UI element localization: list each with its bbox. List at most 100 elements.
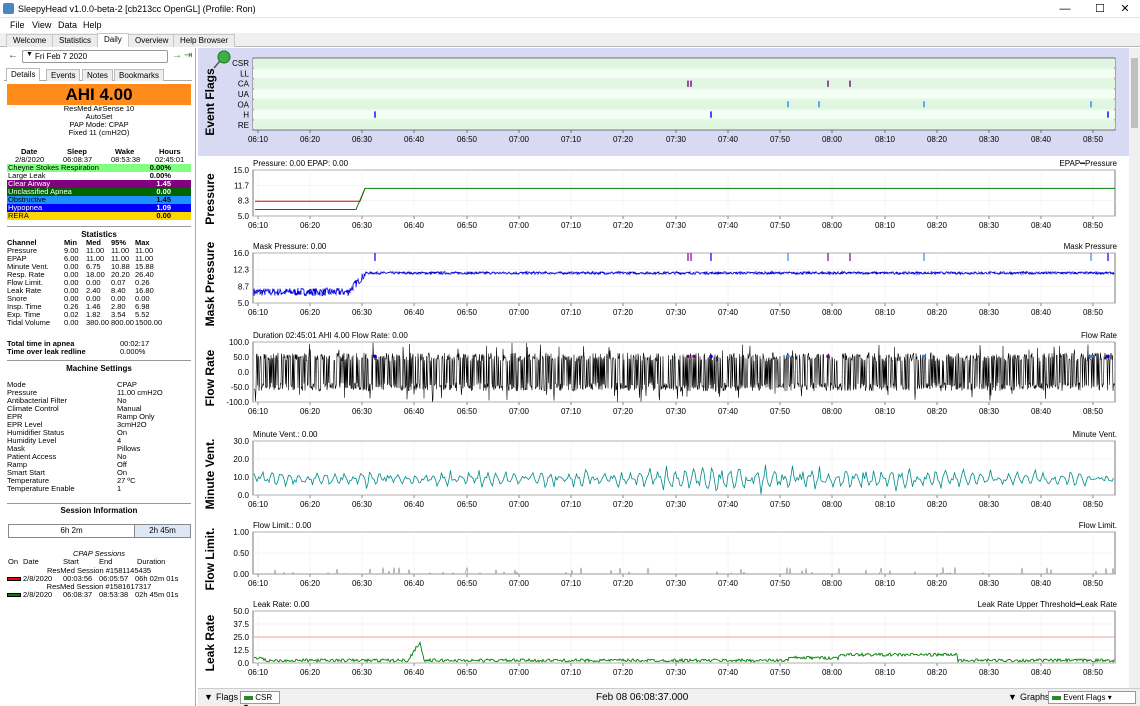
window-title: SleepyHead v1.0.0-beta-2 [cb213cc OpenGL… (18, 4, 256, 14)
x-tick-label: 07:00 (509, 500, 530, 509)
close-button[interactable]: ✕ (1110, 0, 1140, 18)
x-tick-label: 08:00 (822, 407, 843, 416)
x-tick-label: 07:30 (666, 668, 687, 677)
event-flags-combo[interactable]: Event Flags ▾ (1048, 691, 1136, 704)
machine-settings-table: Mode CPAP Pressure 11.00 cmH2O Antibacterial… (7, 381, 191, 493)
x-tick-label: 08:30 (979, 668, 1000, 677)
graph-canvas[interactable]: 06:10 06:20 06:30 06:40 06:50 07:00 07:10 07:20… (198, 330, 1129, 426)
x-tick-label: 06:40 (404, 135, 425, 144)
x-tick-label: 06:20 (300, 308, 321, 317)
stats-row: Tidal Volume 0.00 380.00 800.00 1500.00 (7, 319, 191, 327)
tab-details[interactable]: Details (6, 68, 41, 81)
x-tick-label: 08:50 (1083, 407, 1104, 416)
event-name: RERA (8, 211, 29, 220)
session-bar-1[interactable]: 6h 2m (9, 525, 134, 537)
y-tick-label: 8.7 (238, 282, 250, 291)
x-tick-label: 08:20 (927, 308, 948, 317)
x-tick-label: 07:50 (770, 500, 791, 509)
graph-mask[interactable]: Mask Pressure Mask Pressure: 0.00 Mask Pre… (198, 241, 1129, 327)
last-day-arrow-icon[interactable]: ⇥ (184, 50, 192, 61)
x-tick-label: 08:00 (822, 308, 843, 317)
application-window: SleepyHead v1.0.0-beta-2 [cb213cc OpenGL… (0, 0, 1140, 706)
next-day-arrow-icon[interactable]: → (172, 50, 182, 61)
flags-dropdown-icon[interactable]: ▼ (204, 692, 213, 702)
x-tick-label: 07:40 (718, 407, 739, 416)
graphs-dropdown-icon[interactable]: ▼ (1008, 692, 1017, 702)
tab-daily[interactable]: Daily (97, 33, 129, 47)
event-dot (1089, 354, 1093, 359)
graph-canvas[interactable]: 06:10 06:20 06:30 06:40 06:50 07:00 07:10 07:20… (198, 520, 1129, 598)
x-tick-label: 08:30 (979, 407, 1000, 416)
menu-data[interactable]: Data (58, 20, 77, 30)
session-color-swatch[interactable] (7, 593, 21, 597)
menu-view[interactable]: View (32, 20, 51, 30)
graph-canvas[interactable]: 06:10 06:20 06:30 06:40 06:50 07:00 07:10 07:20… (198, 241, 1129, 327)
sessions-header: On Date Start End Duration (7, 558, 191, 566)
y-tick-label: -100.0 (226, 398, 249, 407)
x-tick-label: 06:10 (248, 308, 269, 317)
event-dot (922, 354, 926, 359)
graph-canvas[interactable]: 06:10 06:20 06:30 06:40 06:50 07:00 07:10 07:20… (198, 158, 1129, 240)
graphs-label[interactable]: Graphs (1020, 692, 1050, 702)
graph-leak[interactable]: Leak Rate Leak Rate: 0.00 Leak Rate Upper … (198, 599, 1129, 687)
x-tick-label: 06:30 (352, 579, 373, 588)
graph-flags[interactable]: Event Flags 06:10 06:20 06:30 06:40 06:50 07:0… (198, 48, 1129, 156)
session-timeline-bar[interactable]: 6h 2m 2h 45m (8, 524, 191, 538)
graph-canvas[interactable]: 06:10 06:20 06:30 06:40 06:50 07:00 07:10 07:20… (198, 429, 1129, 519)
graphs-scrollbar[interactable] (1129, 48, 1140, 688)
tab-welcome[interactable]: Welcome (6, 34, 54, 47)
statistics-table: Channel Min Med 95% Max Pressure 9.00 11.00 11.0… (7, 239, 191, 327)
x-tick-label: 06:10 (248, 579, 269, 588)
tab-bookmarks[interactable]: Bookmarks (114, 69, 165, 81)
menu-file[interactable]: File (10, 20, 25, 30)
x-tick-label: 06:50 (457, 135, 478, 144)
y-tick-label: 12.3 (233, 266, 249, 275)
event-dot (692, 354, 696, 359)
tab-notes[interactable]: Notes (82, 69, 113, 81)
event-value: 0.00 (156, 211, 171, 220)
date-picker[interactable]: ▼ Fri Feb 7 2020 (22, 50, 168, 63)
event-dot (373, 354, 377, 359)
y-tick-label: 11.7 (234, 181, 250, 190)
sessions-list: ResMed Session #1581145435 2/8/2020 00:03:… (7, 567, 191, 599)
menu-help[interactable]: Help (83, 20, 102, 30)
event-dot (786, 354, 790, 359)
x-tick-label: 07:10 (561, 221, 582, 230)
x-tick-label: 08:50 (1083, 221, 1104, 230)
graph-flow[interactable]: Flow Rate Duration 02:45:01 AHI 4.00 Flow… (198, 330, 1129, 426)
tab-overview[interactable]: Overview (128, 34, 176, 47)
x-tick-label: 06:10 (248, 135, 269, 144)
session-color-swatch[interactable] (7, 577, 21, 581)
flags-label[interactable]: Flags (216, 692, 238, 702)
pin-icon[interactable] (213, 50, 231, 69)
graph-minvent[interactable]: Minute Vent. Minute Vent.: 0.00 Minute Ven… (198, 429, 1129, 519)
date-label: Fri Feb 7 2020 (35, 52, 88, 61)
x-tick-label: 07:10 (561, 135, 582, 144)
scrollbar-thumb[interactable] (1131, 58, 1138, 128)
tab-help-browser[interactable]: Help Browser (173, 34, 236, 47)
x-tick-label: 08:40 (1031, 407, 1052, 416)
x-tick-label: 07:40 (718, 308, 739, 317)
x-tick-label: 06:20 (300, 135, 321, 144)
csr-combo[interactable]: CSR ▾ (240, 691, 280, 706)
minimize-button[interactable]: — (1050, 0, 1080, 18)
event-dot (709, 354, 713, 359)
graph-flowlim[interactable]: Flow Limit. Flow Limit.: 0.00 Flow Limit. 0… (198, 520, 1129, 598)
graph-canvas[interactable]: 06:10 06:20 06:30 06:40 06:50 07:00 07:10 07:20… (198, 48, 1129, 156)
prev-day-arrow-icon[interactable]: ← (8, 50, 18, 61)
y-tick-label: -50.0 (231, 383, 250, 392)
session-row[interactable]: 2/8/2020 06:08:37 08:53:38 02h 45m 01s (7, 591, 191, 599)
y-tick-label: 0.0 (238, 659, 250, 668)
graph-canvas[interactable]: 06:10 06:20 06:30 06:40 06:50 07:00 07:10 07:20… (198, 599, 1129, 687)
session-bar-2[interactable]: 2h 45m (134, 525, 190, 537)
graph-pressure[interactable]: Pressure Pressure: 0.00 EPAP: 0.00 EPAP━Pr… (198, 158, 1129, 240)
tab-statistics[interactable]: Statistics (52, 34, 99, 47)
x-tick-label: 07:10 (561, 308, 582, 317)
flag-row-label: UA (238, 90, 250, 99)
detail-tabs: Details Events Notes Bookmarks (4, 68, 192, 81)
x-tick-label: 06:50 (457, 500, 478, 509)
main-tab-bar: Welcome Statistics Daily Overview Help B… (0, 33, 1140, 47)
flag-row-label: CSR (232, 59, 249, 68)
flag-row-band (253, 100, 1115, 109)
tab-events[interactable]: Events (46, 69, 81, 81)
